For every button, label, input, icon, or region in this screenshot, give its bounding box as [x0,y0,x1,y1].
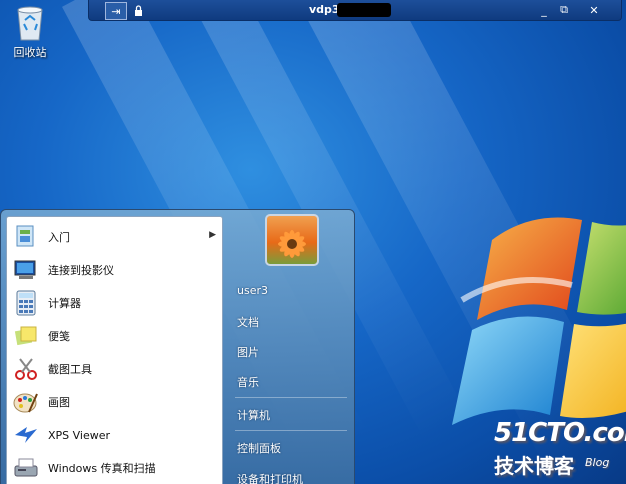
documents-item[interactable]: 文档 [237,314,259,330]
user-picture[interactable] [265,214,319,266]
snipping-tool-icon [12,355,40,383]
program-label: XPS Viewer [48,428,111,442]
lock-icon[interactable] [131,2,145,18]
projector-icon [12,256,40,284]
program-label: 入门 [48,231,70,244]
watermark-site: 51CTO.com [494,418,626,448]
desktop: 回收站 ⇥ vdp3. _ ⧉ ✕ 入门 ▶ 连接到投影仪 计算器 便笺 截图工… [0,0,626,484]
submenu-arrow-icon: ▶ [209,230,216,240]
xps-viewer-icon [12,421,40,449]
redacted-hostname [337,3,391,17]
pin-icon[interactable]: ⇥ [105,2,127,20]
restore-button[interactable]: ⧉ [557,2,571,18]
paint-icon [12,388,40,416]
program-item-getting-started[interactable]: 入门 ▶ [7,221,222,253]
separator [235,397,347,398]
program-item-snipping-tool[interactable]: 截图工具 [7,353,222,385]
sticky-notes-icon [12,322,40,350]
pictures-item[interactable]: 图片 [237,344,259,360]
close-button[interactable]: ✕ [587,2,601,18]
music-item[interactable]: 音乐 [237,374,259,390]
program-item-xps-viewer[interactable]: XPS Viewer [7,419,222,451]
recycle-bin[interactable]: 回收站 [8,4,52,60]
program-label: Windows 传真和扫描 [48,462,156,475]
program-label: 计算器 [48,297,81,310]
remote-connection-bar: ⇥ vdp3. _ ⧉ ✕ [88,0,622,21]
program-item-fax-scan[interactable]: Windows 传真和扫描 [7,452,222,484]
calculator-icon [12,289,40,317]
program-label: 画图 [48,396,70,409]
fax-scan-icon [12,454,40,482]
program-item-paint[interactable]: 画图 [7,386,222,418]
watermark-blog: Blog [585,456,610,469]
program-label: 连接到投影仪 [48,264,114,277]
program-label: 便笺 [48,330,70,343]
start-menu: 入门 ▶ 连接到投影仪 计算器 便笺 截图工具 画图 XPS Viewer Wi… [0,209,355,484]
program-label: 截图工具 [48,363,92,376]
program-item-calculator[interactable]: 计算器 [7,287,222,319]
places-pane: user3 文档 图片 音乐 计算机 控制面板 设备和打印机 [227,210,354,484]
program-item-projector[interactable]: 连接到投影仪 [7,254,222,286]
recycle-bin-icon [15,4,45,42]
recycle-bin-label: 回收站 [13,46,47,59]
flower-icon [278,230,306,258]
minimize-button[interactable]: _ [537,2,551,18]
computer-item[interactable]: 计算机 [237,407,270,423]
watermark-blog-cn: 技术博客 [494,454,574,478]
user-name-item[interactable]: user3 [237,284,268,297]
separator [235,430,347,431]
control-panel-item[interactable]: 控制面板 [237,440,281,456]
devices-printers-item[interactable]: 设备和打印机 [237,471,303,484]
program-item-sticky-notes[interactable]: 便笺 [7,320,222,352]
getting-started-icon [12,223,40,251]
programs-pane: 入门 ▶ 连接到投影仪 计算器 便笺 截图工具 画图 XPS Viewer Wi… [6,216,223,484]
